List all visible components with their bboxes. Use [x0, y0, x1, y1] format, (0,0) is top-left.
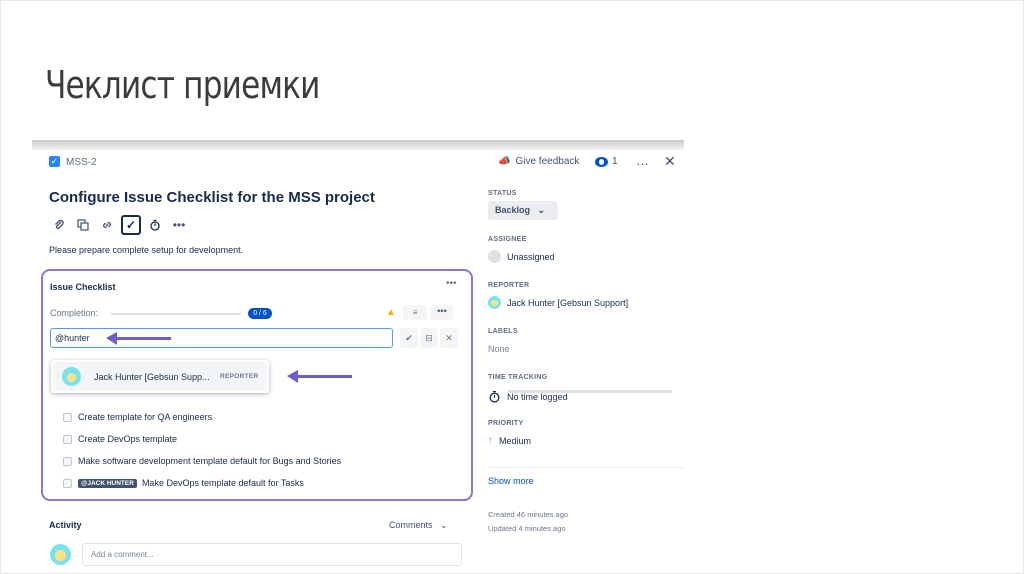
checklist-title: Issue Checklist	[50, 282, 116, 292]
completion-label: Completion:	[50, 308, 99, 318]
more-icon[interactable]: •••	[169, 215, 189, 235]
assignee-field[interactable]: Unassigned	[488, 250, 555, 263]
template-button[interactable]: ⊟	[420, 328, 438, 348]
completion-badge: 0 / 6	[248, 308, 272, 319]
priority-arrow-icon: ↑	[488, 435, 493, 446]
checklist-item-input[interactable]	[50, 328, 393, 348]
issue-toolbar: ✓ •••	[49, 215, 189, 235]
child-issues-icon[interactable]	[73, 215, 93, 235]
slide: Чеклист приемки ✓ MSS-2 📣 Give feedback …	[0, 0, 1024, 574]
created-timestamp: Created 46 minutes ago	[488, 510, 569, 519]
chevron-down-icon: ⌄	[435, 520, 448, 530]
status-value: Backlog	[495, 205, 531, 215]
comment-input[interactable]: Add a comment...	[82, 543, 462, 566]
mention-chip[interactable]: @JACK HUNTER	[78, 478, 137, 488]
jira-screenshot: ✓ MSS-2 📣 Give feedback 1 … ✕ Configure …	[32, 140, 684, 572]
time-tracking-label: TIME TRACKING	[488, 374, 548, 381]
labels-label: LABELS	[488, 328, 518, 335]
checklist-item[interactable]: Create DevOps template	[63, 428, 341, 450]
filter-icon: ≡	[412, 308, 418, 317]
mention-suggestion-dropdown: Jack Hunter [Gebsun Supp... REPORTER	[51, 360, 269, 393]
timer-icon[interactable]	[145, 215, 165, 235]
reporter-field[interactable]: Jack Hunter [Gebsun Support]	[488, 296, 628, 309]
issue-title[interactable]: Configure Issue Checklist for the MSS pr…	[49, 189, 375, 206]
stopwatch-icon	[489, 390, 500, 403]
checklist-item[interactable]: Create template for QA engineers	[63, 406, 341, 428]
checklist-items: Create template for QA engineers Create …	[63, 406, 341, 494]
labels-value[interactable]: None	[488, 344, 510, 354]
assignee-value: Unassigned	[507, 251, 555, 262]
avatar	[62, 367, 81, 386]
panel-more-icon[interactable]: •••	[446, 278, 457, 289]
checklist-icon[interactable]: ✓	[121, 215, 141, 235]
item-checkbox[interactable]	[63, 434, 72, 444]
issue-key-link[interactable]: MSS-2	[66, 157, 97, 168]
attachment-icon[interactable]	[49, 215, 69, 235]
check-icon: ✔	[405, 333, 413, 343]
warning-icon[interactable]: ▲	[386, 307, 396, 318]
completion-progress-bar	[111, 313, 241, 315]
item-checkbox[interactable]	[63, 478, 72, 488]
pointer-arrow-icon	[287, 370, 352, 383]
priority-value: Medium	[499, 435, 532, 446]
avatar	[50, 544, 71, 565]
issue-description[interactable]: Please prepare complete setup for develo…	[49, 245, 243, 255]
pointer-arrow-icon	[106, 332, 171, 345]
show-more-link[interactable]: Show more	[488, 476, 534, 486]
reporter-label: REPORTER	[488, 282, 530, 289]
checklist-more-button[interactable]: •••	[430, 305, 454, 320]
priority-field[interactable]: ↑ Medium	[488, 435, 531, 446]
time-tracking-value: No time logged	[507, 391, 568, 402]
item-checkbox[interactable]	[63, 456, 72, 466]
divider	[488, 467, 684, 468]
checklist-item[interactable]: @JACK HUNTER Make DevOps template defaul…	[63, 472, 341, 494]
status-label: STATUS	[488, 190, 517, 197]
suggestion-role: REPORTER	[220, 373, 259, 380]
template-icon: ⊟	[425, 333, 433, 343]
suggestion-name: Jack Hunter [Gebsun Supp...	[94, 372, 210, 382]
time-tracking-field[interactable]: No time logged	[488, 390, 568, 403]
item-text: Create DevOps template	[78, 434, 178, 444]
updated-timestamp: Updated 4 minutes ago	[488, 524, 566, 533]
filter-button[interactable]: ≡	[403, 305, 427, 320]
status-dropdown[interactable]: Backlog ⌄	[488, 201, 558, 220]
slide-title: Чеклист приемки	[45, 63, 320, 107]
activity-filter-label: Comments	[389, 520, 433, 530]
item-text: Make DevOps template default for Tasks	[141, 478, 304, 488]
item-checkbox[interactable]	[63, 412, 72, 422]
assignee-label: ASSIGNEE	[488, 236, 527, 243]
issue-type-icon: ✓	[49, 156, 60, 167]
priority-label: PRIORITY	[488, 420, 524, 427]
avatar	[488, 296, 501, 309]
mention-suggestion-item[interactable]: Jack Hunter [Gebsun Supp... REPORTER	[53, 362, 267, 391]
activity-heading: Activity	[49, 520, 82, 530]
cancel-button[interactable]: ✕	[440, 328, 458, 348]
item-text: Make software development template defau…	[78, 456, 342, 466]
link-icon[interactable]	[97, 215, 117, 235]
activity-filter-select[interactable]: Comments ⌄	[389, 520, 448, 531]
checklist-item[interactable]: Make software development template defau…	[63, 450, 341, 472]
item-text: Create template for QA engineers	[78, 412, 213, 422]
unassigned-avatar-icon	[488, 250, 501, 263]
chevron-down-icon: ⌄	[532, 205, 546, 215]
reporter-value: Jack Hunter [Gebsun Support]	[507, 297, 629, 308]
confirm-button[interactable]: ✔	[400, 328, 418, 348]
issue-sidebar: STATUS Backlog ⌄ ASSIGNEE Unassigned REP…	[488, 140, 684, 572]
close-icon: ✕	[445, 333, 453, 343]
issue-checklist-panel: Issue Checklist ••• Completion: 0 / 6 ▲ …	[41, 269, 473, 501]
